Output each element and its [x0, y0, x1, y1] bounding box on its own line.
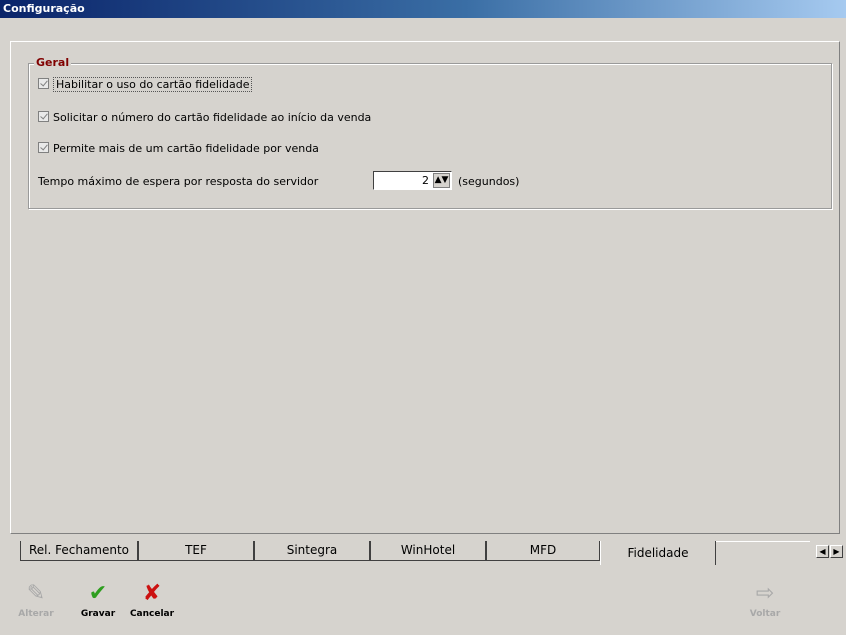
window-title: Configuração — [0, 0, 846, 18]
checkbox-checked-icon[interactable] — [38, 111, 49, 122]
tab-tef[interactable]: TEF — [138, 541, 254, 561]
alterar-label: Alterar — [18, 609, 54, 619]
option-label: Habilitar o uso do cartão fidelidade — [53, 77, 253, 92]
tab-mfd[interactable]: MFD — [486, 541, 600, 561]
checkmark-icon: ✔ — [88, 581, 108, 606]
tab-winhotel[interactable]: WinHotel — [370, 541, 486, 561]
option-solicitar-numero[interactable]: Solicitar o número do cartão fidelidade … — [38, 110, 371, 126]
voltar-label: Voltar — [749, 609, 781, 619]
tab-scroll-left-icon[interactable]: ◀ — [816, 545, 829, 558]
option-habilitar-fidelidade[interactable]: Habilitar o uso do cartão fidelidade — [38, 77, 253, 93]
tab-fidelidade[interactable]: Fidelidade — [600, 541, 716, 565]
edit-icon: ✎ — [26, 581, 46, 606]
voltar-button[interactable]: ⇨ Voltar — [741, 580, 789, 628]
tab-rel-fechamento[interactable]: Rel. Fechamento — [20, 541, 138, 561]
gravar-button[interactable]: ✔ Gravar — [74, 580, 122, 628]
spin-updown-icon[interactable]: ▲▼ — [433, 173, 450, 188]
timeout-spinner[interactable]: 2 ▲▼ — [373, 171, 452, 190]
checkbox-checked-icon[interactable] — [38, 142, 49, 153]
tab-baseline — [716, 541, 810, 542]
tab-scroll-right-icon[interactable]: ▶ — [830, 545, 843, 558]
gravar-label: Gravar — [80, 609, 116, 619]
alterar-button[interactable]: ✎ Alterar — [12, 580, 60, 628]
cancelar-button[interactable]: ✘ Cancelar — [128, 580, 176, 628]
timeout-label: Tempo máximo de espera por resposta do s… — [38, 175, 319, 188]
tab-sintegra[interactable]: Sintegra — [254, 541, 370, 561]
option-label: Solicitar o número do cartão fidelidade … — [53, 111, 372, 124]
exit-door-icon: ⇨ — [755, 581, 775, 606]
option-label: Permite mais de um cartão fidelidade por… — [53, 142, 319, 155]
option-permite-multiplos[interactable]: Permite mais de um cartão fidelidade por… — [38, 141, 319, 157]
cancelar-label: Cancelar — [129, 609, 175, 619]
cross-icon: ✘ — [142, 581, 162, 606]
timeout-unit: (segundos) — [458, 175, 520, 188]
checkbox-checked-icon[interactable] — [38, 78, 49, 89]
group-legend: Geral — [34, 56, 72, 70]
